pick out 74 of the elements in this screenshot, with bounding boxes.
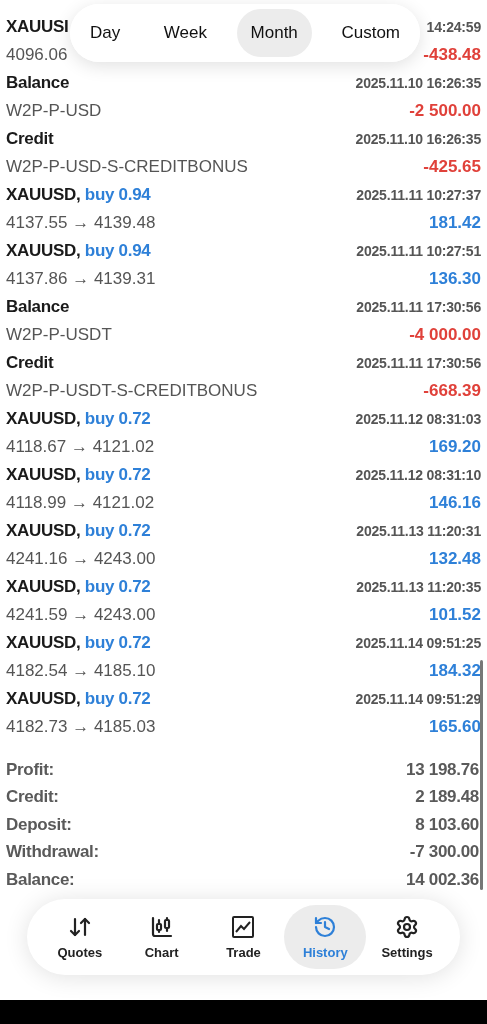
row-amount: 165.60 [429, 717, 481, 737]
row-time: 14:24:59 [426, 19, 481, 35]
row-title: XAUUSI [6, 17, 69, 37]
summary-value: 13 198.76 [406, 759, 479, 780]
row-amount: 181.42 [429, 213, 481, 233]
row-amount: -668.39 [423, 381, 481, 401]
row-amount: 132.48 [429, 549, 481, 569]
row-amount: -2 500.00 [409, 101, 481, 121]
summary-label: Withdrawal: [6, 842, 99, 863]
settings-icon [395, 914, 420, 939]
history-icon [313, 914, 338, 939]
row-title: XAUUSD, buy 0.72 [6, 409, 151, 429]
row-detail: 4096.06 [6, 45, 68, 65]
period-tab[interactable]: Custom [327, 9, 414, 57]
nav-tab[interactable]: Settings [366, 905, 448, 969]
period-tab[interactable]: Day [76, 9, 135, 57]
line-chart-icon [231, 914, 256, 939]
summary-value: 8 103.60 [415, 814, 479, 835]
row-time: 2025.11.11 17:30:56 [356, 355, 481, 371]
summary-label: Credit: [6, 787, 59, 808]
row-detail: 4182.73 → 4185.03 [6, 717, 156, 737]
row-time: 2025.11.12 08:31:03 [355, 411, 481, 427]
row-title: XAUUSD, buy 0.94 [6, 241, 151, 261]
period-tab[interactable]: Month [236, 9, 312, 57]
row-time: 2025.11.14 09:51:29 [355, 691, 481, 707]
summary-value: 2 189.48 [415, 787, 479, 808]
row-title: XAUUSD, buy 0.72 [6, 465, 151, 485]
period-tab[interactable]: Week [149, 9, 221, 57]
row-time: 2025.11.13 11:20:31 [356, 523, 481, 539]
row-amount: 169.20 [429, 437, 481, 457]
nav-tab[interactable]: Trade [202, 905, 285, 969]
row-time: 2025.11.11 17:30:56 [356, 299, 481, 315]
row-detail: W2P-P-USD-S-CREDITBONUS [6, 157, 248, 177]
row-time: 2025.11.10 16:26:35 [355, 75, 481, 91]
summary-label: Profit: [6, 759, 54, 780]
row-title: Credit [6, 129, 54, 149]
row-detail: 4241.59 → 4243.00 [6, 605, 156, 625]
row-amount: -438.48 [423, 45, 481, 65]
row-detail: 4118.99 → 4121.02 [6, 493, 155, 513]
row-amount: -425.65 [423, 157, 481, 177]
row-amount: 184.32 [429, 661, 481, 681]
row-amount: 136.30 [429, 269, 481, 289]
row-title: XAUUSD, buy 0.94 [6, 185, 151, 205]
row-amount: 146.16 [429, 493, 481, 513]
row-title: Balance [6, 297, 70, 317]
row-title: XAUUSD, buy 0.72 [6, 577, 151, 597]
row-amount: 101.52 [429, 605, 481, 625]
row-detail: W2P-P-USD [6, 101, 102, 121]
row-detail: W2P-P-USDT-S-CREDITBONUS [6, 381, 258, 401]
row-amount: -4 000.00 [409, 325, 481, 345]
nav-tab[interactable]: Quotes [39, 905, 121, 969]
row-title: XAUUSD, buy 0.72 [6, 633, 151, 653]
row-time: 2025.11.11 10:27:51 [356, 243, 481, 259]
summary-label: Deposit: [6, 814, 72, 835]
row-detail: 4137.86 → 4139.31 [6, 269, 156, 289]
row-title: XAUUSD, buy 0.72 [6, 521, 151, 541]
nav-tab[interactable]: Chart [120, 905, 203, 969]
row-detail: 4182.54 → 4185.10 [6, 661, 156, 681]
row-time: 2025.11.13 11:20:35 [356, 579, 481, 595]
row-time: 2025.11.12 08:31:10 [355, 467, 481, 483]
candlestick-icon [149, 914, 174, 939]
row-detail: W2P-P-USDT [6, 325, 112, 345]
row-detail: 4241.16 → 4243.00 [6, 549, 156, 569]
row-title: Balance [6, 73, 70, 93]
row-title: XAUUSD, buy 0.72 [6, 689, 151, 709]
summary-value: -7 300.00 [409, 842, 479, 863]
row-time: 2025.11.14 09:51:25 [355, 635, 481, 651]
row-time: 2025.11.11 10:27:37 [356, 187, 481, 203]
row-title: Credit [6, 353, 54, 373]
row-detail: 4118.67 → 4121.02 [6, 437, 155, 457]
row-time: 2025.11.10 16:26:35 [355, 131, 481, 147]
row-detail: 4137.55 → 4139.48 [6, 213, 156, 233]
summary-value: 14 002.36 [406, 869, 479, 890]
summary-label: Balance: [6, 869, 75, 890]
